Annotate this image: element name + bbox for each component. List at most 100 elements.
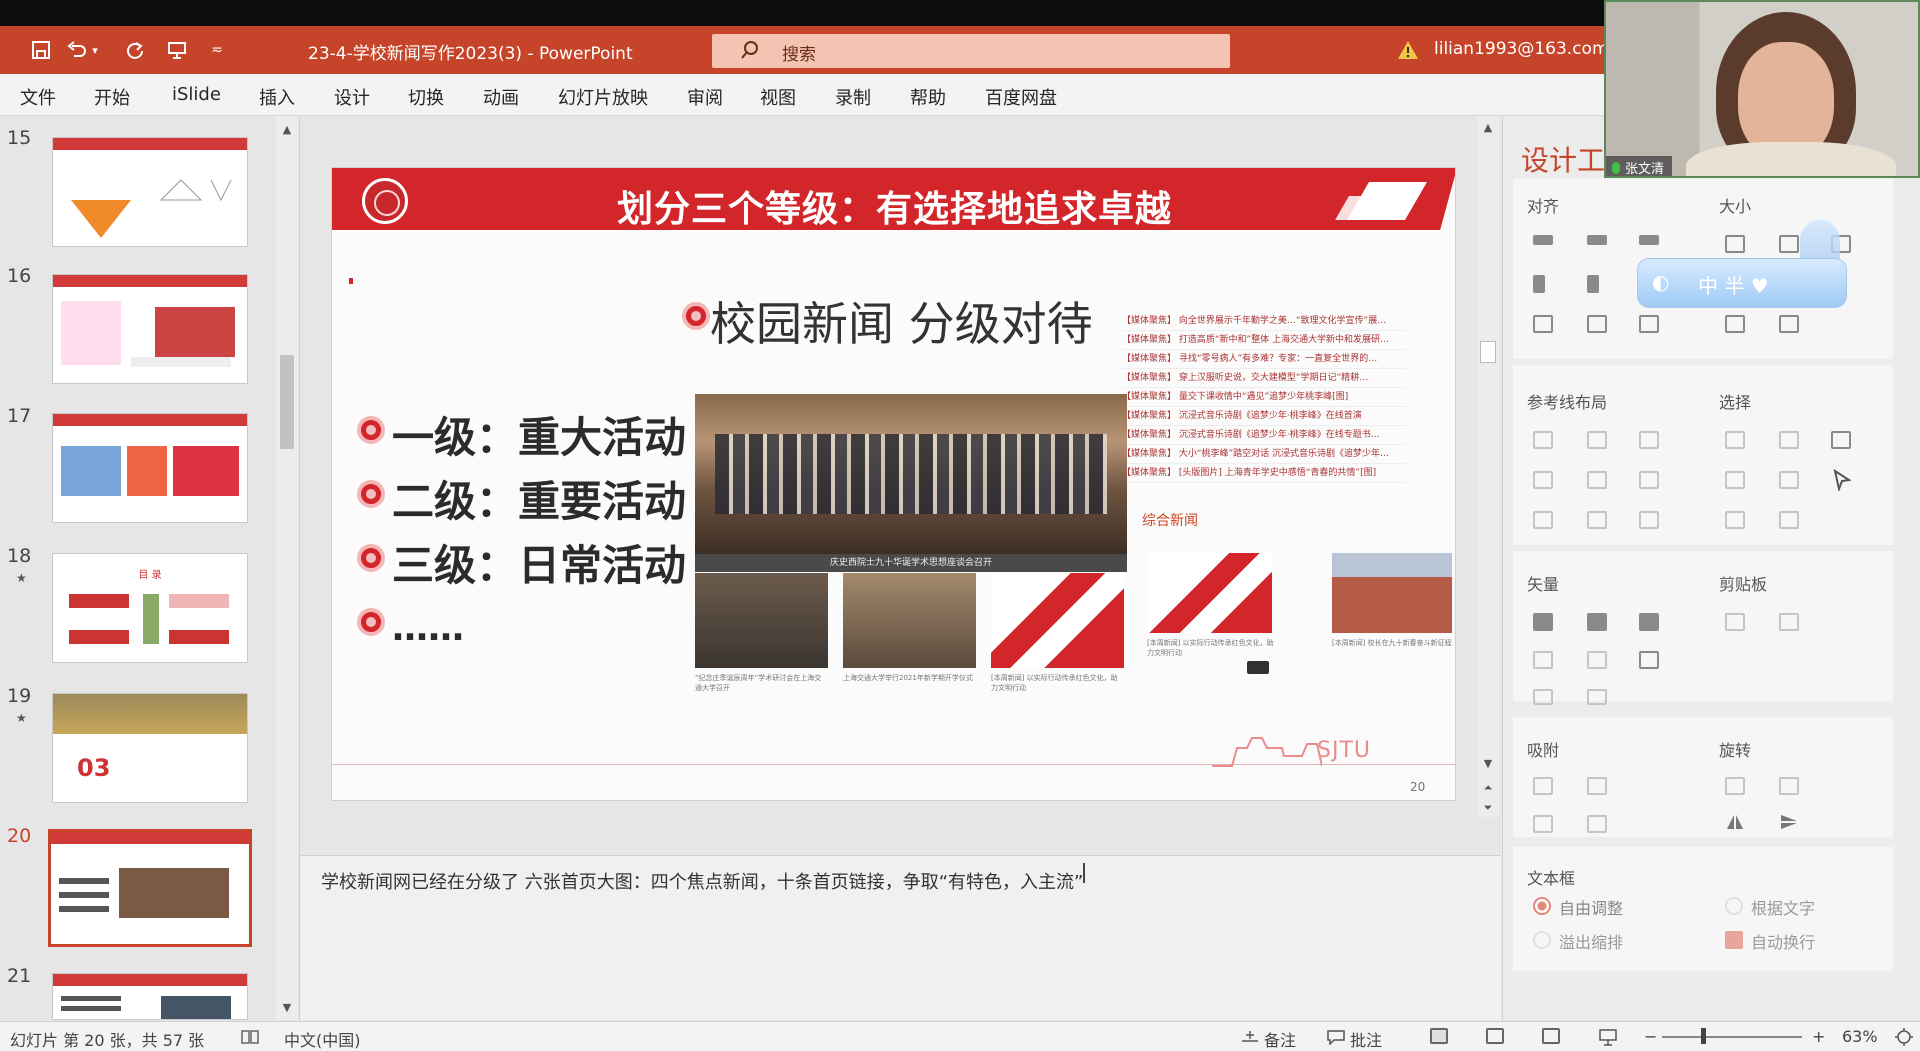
thumbnails-scrollbar[interactable]: ▲ ▼: [276, 117, 298, 1020]
notes-text[interactable]: 学校新闻网已经在分级了 六张首页大图：四个焦点新闻，十条首页链接，争取“有特色，…: [321, 868, 1083, 894]
guide-center-icon[interactable]: [1587, 431, 1607, 449]
tab-view[interactable]: 视图: [760, 84, 796, 110]
slide-thumbnail-20[interactable]: [48, 829, 252, 947]
scroll-up-icon[interactable]: ▲: [280, 123, 294, 137]
overflow-shrink-radio[interactable]: [1533, 931, 1551, 949]
warning-icon[interactable]: [1397, 40, 1419, 60]
tab-record[interactable]: 录制: [835, 84, 871, 110]
align-to-slide-icon[interactable]: [1639, 315, 1659, 333]
guide-right-icon[interactable]: [1639, 431, 1659, 449]
flip-vertical-icon[interactable]: [1779, 813, 1799, 831]
align-left-icon[interactable]: [1533, 235, 1553, 245]
auto-adjust-radio[interactable]: [1533, 897, 1551, 915]
scrollbar-thumb[interactable]: [280, 355, 294, 449]
align-middle-icon[interactable]: [1587, 275, 1599, 293]
flip-horizontal-icon[interactable]: [1725, 813, 1745, 831]
fit-to-window-icon[interactable]: [1894, 1027, 1914, 1047]
guide-middle-icon[interactable]: [1587, 471, 1607, 489]
slide-sorter-icon[interactable]: [1486, 1028, 1504, 1044]
select-similar-icon[interactable]: [1779, 431, 1799, 449]
align-right-icon[interactable]: [1639, 235, 1659, 245]
spell-check-icon[interactable]: [240, 1029, 260, 1045]
snap-bottom-icon[interactable]: [1587, 815, 1607, 833]
current-slide[interactable]: 划分三个等级：有选择地追求卓越 校园新闻 分级对待 一级：重大活动 二级：重要活…: [331, 167, 1456, 801]
rotate-left-icon[interactable]: [1725, 777, 1745, 795]
guide-width-icon[interactable]: [1533, 511, 1553, 529]
reading-view-icon[interactable]: [1542, 1028, 1560, 1044]
undo-dropdown-icon[interactable]: ▾: [88, 36, 102, 64]
bring-to-front-icon[interactable]: [1779, 471, 1799, 489]
zoom-in-button[interactable]: +: [1812, 1027, 1825, 1046]
tab-design[interactable]: 设计: [334, 84, 370, 110]
previous-slide-icon[interactable]: ⏶: [1481, 781, 1495, 795]
text-to-shape-icon[interactable]: [1533, 689, 1553, 705]
zoom-out-button[interactable]: −: [1644, 1027, 1657, 1046]
editor-scrollbar[interactable]: ▲ ▼ ⏶ ⏷: [1477, 117, 1499, 817]
snap-right-icon[interactable]: [1587, 777, 1607, 795]
video-call-overlay[interactable]: 张文清: [1604, 0, 1920, 178]
auto-wrap-checkbox[interactable]: [1725, 931, 1743, 949]
copy-icon[interactable]: [1725, 613, 1745, 631]
guide-top-icon[interactable]: [1533, 471, 1553, 489]
select-check-icon[interactable]: [1831, 431, 1851, 449]
snap-left-icon[interactable]: [1533, 777, 1553, 795]
notes-button[interactable]: 备注: [1264, 1027, 1296, 1051]
redo-icon[interactable]: [120, 36, 150, 64]
tab-transitions[interactable]: 切换: [408, 84, 444, 110]
select-same-icon[interactable]: [1725, 431, 1745, 449]
guide-bottom-icon[interactable]: [1639, 471, 1659, 489]
snap-top-icon[interactable]: [1533, 815, 1553, 833]
duplicate-icon[interactable]: [1587, 689, 1607, 705]
scroll-up-icon[interactable]: ▲: [1481, 121, 1495, 135]
send-to-back-icon[interactable]: [1779, 511, 1799, 529]
notes-pane[interactable]: 学校新闻网已经在分级了 六张首页大图：四个焦点新闻，十条首页链接，争取“有特色，…: [301, 855, 1501, 1020]
tab-file[interactable]: 文件: [20, 84, 56, 110]
match-width-icon[interactable]: [1725, 235, 1745, 253]
tab-animations[interactable]: 动画: [483, 84, 519, 110]
zoom-slider-thumb[interactable]: [1701, 1028, 1706, 1044]
save-icon[interactable]: [26, 36, 56, 64]
next-slide-icon[interactable]: ⏷: [1481, 801, 1495, 815]
slide-thumbnail-21[interactable]: [52, 973, 248, 1020]
comments-icon[interactable]: [1326, 1029, 1346, 1045]
slide-thumbnail-19[interactable]: 03: [52, 693, 248, 803]
notes-icon[interactable]: [1240, 1029, 1260, 1045]
tab-slideshow[interactable]: 幻灯片放映: [558, 84, 648, 110]
language-indicator[interactable]: 中文(中国): [284, 1027, 361, 1051]
tab-insert[interactable]: 插入: [259, 84, 295, 110]
slide-thumbnail-16[interactable]: [52, 274, 248, 384]
select-pointer-icon[interactable]: [1833, 469, 1851, 491]
tab-home[interactable]: 开始: [94, 84, 130, 110]
scroll-down-icon[interactable]: ▼: [1481, 757, 1495, 771]
bring-forward-icon[interactable]: [1725, 471, 1745, 489]
account-name[interactable]: lilian1993@163.com: [1434, 39, 1609, 59]
guide-height-icon[interactable]: [1587, 511, 1607, 529]
present-from-start-icon[interactable]: [162, 36, 192, 64]
slide-thumbnail-15[interactable]: [52, 137, 248, 247]
search-box[interactable]: 搜索: [712, 34, 1230, 68]
zoom-level[interactable]: 63%: [1842, 1027, 1878, 1046]
combine-icon[interactable]: [1587, 613, 1607, 631]
edit-points-icon[interactable]: [1639, 651, 1659, 669]
scroll-down-icon[interactable]: ▼: [280, 1001, 294, 1015]
ime-toolbar[interactable]: ◐ 中 半 ♥: [1637, 258, 1847, 308]
intersect-icon[interactable]: [1533, 651, 1553, 669]
fit-text-radio[interactable]: [1725, 897, 1743, 915]
align-top-icon[interactable]: [1533, 275, 1545, 293]
align-center-icon[interactable]: [1587, 235, 1607, 245]
fragment-icon[interactable]: [1639, 613, 1659, 631]
send-backward-icon[interactable]: [1725, 511, 1745, 529]
guide-left-icon[interactable]: [1533, 431, 1553, 449]
tab-review[interactable]: 审阅: [687, 84, 723, 110]
size-down-icon[interactable]: [1779, 315, 1799, 333]
distribute-vertical-icon[interactable]: [1587, 315, 1607, 333]
zoom-slider[interactable]: [1662, 1036, 1802, 1038]
customize-qat-icon[interactable]: ≂: [202, 36, 232, 64]
guide-frame-icon[interactable]: [1639, 511, 1659, 529]
paste-icon[interactable]: [1779, 613, 1799, 631]
scrollbar-thumb[interactable]: [1480, 341, 1496, 363]
slide-thumbnail-18[interactable]: 目 录: [52, 553, 248, 663]
slide-thumbnail-17[interactable]: [52, 413, 248, 523]
tab-baidu-netdisk[interactable]: 百度网盘: [985, 84, 1057, 110]
comments-button[interactable]: 批注: [1350, 1027, 1382, 1051]
